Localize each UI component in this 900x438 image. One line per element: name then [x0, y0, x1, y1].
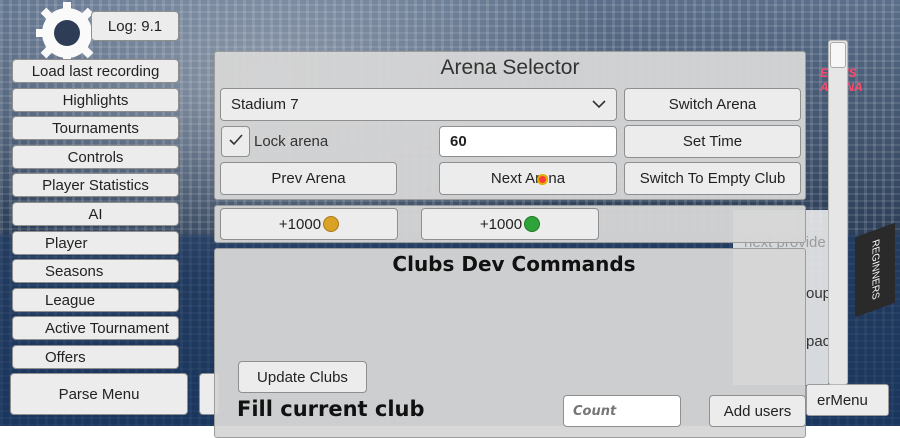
set-time-button[interactable]: Set Time [624, 125, 801, 158]
scrollbar-track[interactable] [828, 40, 848, 385]
switch-arena-button[interactable]: Switch Arena [624, 88, 801, 121]
scrollbar-handle[interactable] [830, 42, 846, 68]
time-input[interactable]: 60 [439, 126, 617, 157]
chevron-down-icon [592, 96, 606, 113]
gold-coin-icon [323, 216, 340, 232]
add-gems-label: +1000 [479, 215, 523, 233]
lock-arena-label: Lock arena [254, 133, 329, 150]
gear-icon[interactable] [30, 2, 100, 64]
menu-offers[interactable]: Offers [12, 345, 179, 369]
checkmark-icon [228, 133, 243, 150]
gem-icon [537, 174, 548, 185]
menu-seasons[interactable]: Seasons [12, 259, 179, 283]
add-users-button[interactable]: Add users [709, 395, 806, 427]
menu-load-last-recording[interactable]: Load last recording [12, 59, 179, 83]
update-clubs-button[interactable]: Update Clubs [238, 361, 367, 393]
count-input[interactable] [563, 395, 681, 427]
prev-arena-button[interactable]: Prev Arena [220, 162, 397, 195]
switch-to-empty-club-button[interactable]: Switch To Empty Club [624, 162, 801, 195]
add-gold-label: +1000 [278, 215, 322, 233]
menu-ai[interactable]: AI [12, 202, 179, 226]
next-arena-button[interactable]: Next Arena [439, 162, 617, 195]
clubs-dev-title: Clubs Dev Commands [392, 252, 636, 276]
stadium-dropdown[interactable]: Stadium 7 [220, 88, 617, 121]
menu-controls[interactable]: Controls [12, 145, 179, 169]
add-gold-button[interactable]: +1000 [220, 208, 398, 240]
menu-league[interactable]: League [12, 288, 179, 312]
menu-tournaments[interactable]: Tournaments [12, 116, 179, 140]
gem-icon [524, 216, 541, 232]
menu-player-statistics[interactable]: Player Statistics [12, 173, 179, 197]
stadium-dropdown-value: Stadium 7 [231, 96, 299, 113]
lock-arena-checkbox[interactable] [221, 126, 250, 157]
sponsor-sign: REGINNERS [855, 222, 895, 318]
log-version-button[interactable]: Log: 9.1 [91, 11, 179, 41]
menu-highlights[interactable]: Highlights [12, 88, 179, 112]
background-menu-button[interactable]: erMenu [806, 384, 889, 416]
add-gems-button[interactable]: +1000 [421, 208, 599, 240]
parse-menu-button[interactable]: Parse Menu [10, 373, 188, 415]
arena-selector-title: Arena Selector [440, 56, 580, 79]
fill-current-club-label: Fill current club [237, 397, 425, 421]
menu-player[interactable]: Player [12, 231, 179, 255]
menu-active-tournament[interactable]: Active Tournament [12, 316, 179, 340]
